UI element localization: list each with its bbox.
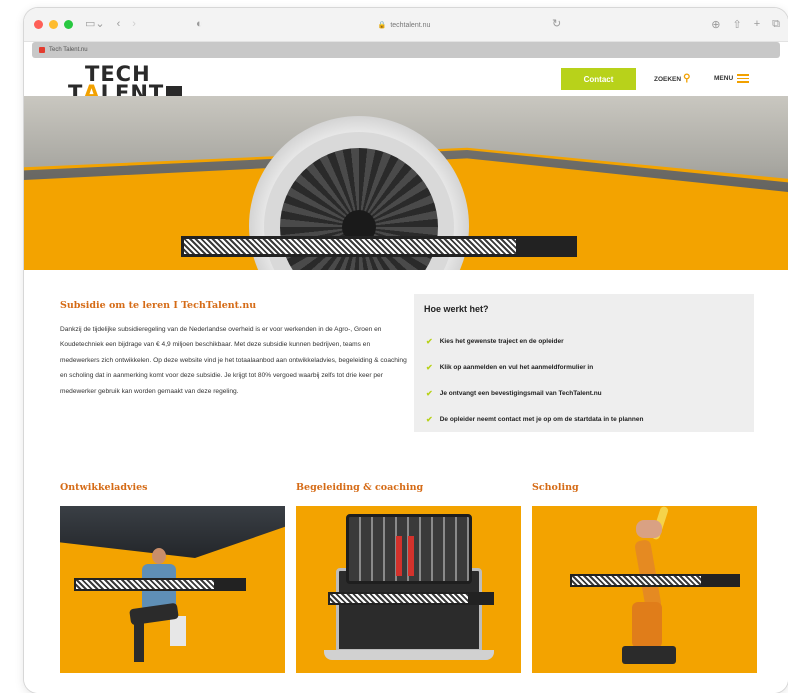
address-bar[interactable]: 🔒 techtalent.nu (324, 16, 484, 34)
hero-progress-fill (184, 239, 516, 254)
search-link[interactable]: ZOEKEN ⚲ (654, 74, 690, 84)
browser-toolbar: ▭⌄ ‹ › ◐ 🔒 techtalent.nu ↻ ⊕ ⇧ + ⧉ (24, 8, 788, 42)
card-title-begeleiding[interactable]: Begeleiding & coaching (296, 482, 423, 493)
red-tool-image (396, 536, 402, 576)
car-underside-image (60, 506, 285, 558)
contact-button[interactable]: Contact (561, 68, 636, 90)
mechanic-lower-leg (134, 618, 144, 662)
tab-overview-icon[interactable]: ⧉ (772, 18, 780, 31)
list-item: ✔ De opleider neemt contact met je op om … (426, 406, 643, 432)
list-item: ✔ Je ontvangt een bevestigingsmail van Te… (426, 380, 643, 406)
url-text: techtalent.nu (390, 21, 431, 29)
red-tool-image (408, 536, 414, 576)
how-it-works-box: Hoe werkt het? ✔ Kies het gewenste trajec… (414, 294, 754, 432)
check-icon: ✔ (426, 336, 433, 346)
new-tab-icon[interactable]: + (754, 18, 760, 31)
check-icon: ✔ (426, 388, 433, 398)
back-arrow-icon[interactable]: ‹ (117, 19, 121, 30)
privacy-shield-icon[interactable]: ◐ (196, 19, 203, 30)
check-icon: ✔ (426, 362, 433, 372)
toolbar-right-actions: ⊕ ⇧ + ⧉ (711, 18, 780, 31)
list-item: ✔ Klik op aanmelden en vul het aanmeldfor… (426, 354, 643, 380)
share-icon[interactable]: ⇧ (732, 18, 741, 31)
sidebar-icon[interactable]: ▭⌄ (85, 19, 105, 30)
favicon-icon (39, 47, 45, 53)
download-icon[interactable]: ⊕ (711, 18, 720, 31)
stool-image (170, 616, 186, 646)
card-title-scholing[interactable]: Scholing (532, 482, 579, 493)
menu-label: MENU (714, 74, 734, 82)
window-controls (34, 20, 73, 29)
how-it-works-list: ✔ Kies het gewenste traject en de opleide… (426, 328, 643, 432)
card-progress-fill (330, 594, 468, 603)
card-image-scholing[interactable] (532, 506, 757, 673)
card-progress-bar (570, 574, 740, 587)
intro-text: Dankzij de tijdelijke subsidieregeling v… (60, 326, 407, 395)
card-image-begeleiding[interactable] (296, 506, 521, 673)
maximize-window-button[interactable] (64, 20, 73, 29)
search-label: ZOEKEN (654, 75, 682, 83)
forward-arrow-icon[interactable]: › (132, 19, 136, 30)
menu-link[interactable]: MENU (714, 74, 750, 83)
step-text: Kies het gewenste traject en de opleider (439, 337, 564, 345)
mechanic-head (152, 548, 166, 564)
robot-arm-base (622, 646, 676, 664)
card-image-ontwikkeladvies[interactable] (60, 506, 285, 673)
step-text: Je ontvangt een bevestigingsmail van Tec… (439, 389, 602, 397)
main-content: Subsidie om te leren I TechTalent.nu Dan… (24, 270, 788, 693)
card-progress-bar (328, 592, 494, 605)
tab-title: Tech Talent.nu (49, 47, 88, 53)
card-progress-bar (74, 578, 246, 591)
robot-arm-lower (632, 602, 662, 648)
hero-banner (24, 96, 788, 270)
laptop-base (324, 650, 494, 660)
robot-hand-image (636, 520, 662, 538)
hero-progress-bar (181, 236, 577, 257)
close-window-button[interactable] (34, 20, 43, 29)
search-icon: ⚲ (683, 73, 691, 84)
step-text: De opleider neemt contact met je op om d… (439, 415, 644, 423)
intro-title: Subsidie om te leren I TechTalent.nu (60, 300, 257, 311)
step-text: Klik op aanmelden en vul het aanmeldform… (439, 363, 594, 371)
card-progress-fill (76, 580, 214, 589)
minimize-window-button[interactable] (49, 20, 58, 29)
hamburger-icon (737, 74, 750, 83)
browser-window: ▭⌄ ‹ › ◐ 🔒 techtalent.nu ↻ ⊕ ⇧ + ⧉ Tech … (24, 8, 788, 693)
card-title-ontwikkeladvies[interactable]: Ontwikkeladvies (60, 482, 148, 493)
card-progress-fill (572, 576, 702, 585)
reload-icon[interactable]: ↻ (552, 19, 561, 30)
how-it-works-title: Hoe werkt het? (424, 304, 489, 314)
check-icon: ✔ (426, 414, 433, 424)
list-item: ✔ Kies het gewenste traject en de opleide… (426, 328, 643, 354)
tab-bar[interactable]: Tech Talent.nu (32, 42, 780, 58)
lock-icon: 🔒 (377, 22, 387, 29)
